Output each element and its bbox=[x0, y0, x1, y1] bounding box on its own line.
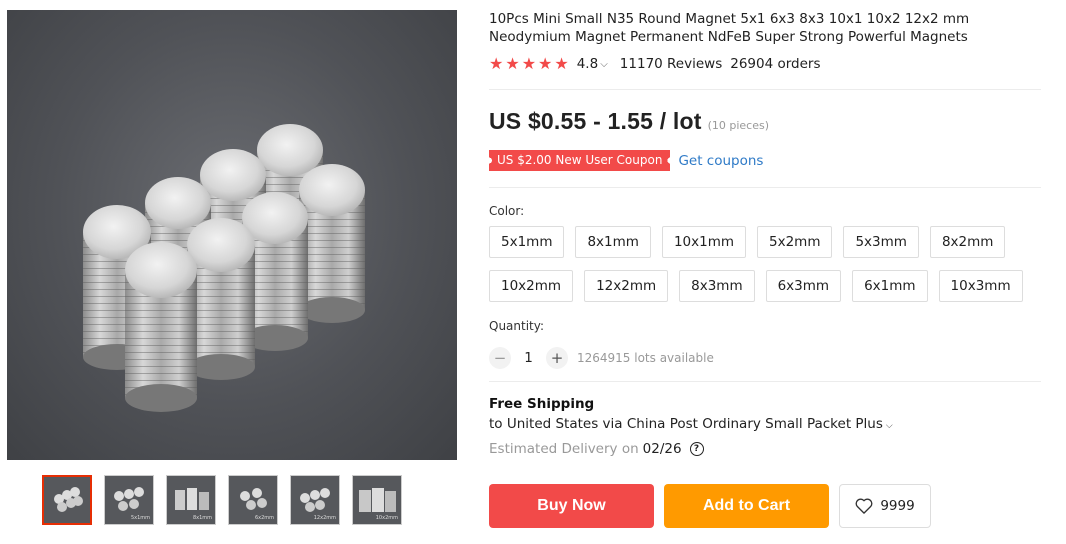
thumbnail-2[interactable]: 5x1mm bbox=[104, 475, 154, 525]
thumbnail-4[interactable]: 6x2mm bbox=[228, 475, 278, 525]
add-to-cart-button[interactable]: Add to Cart bbox=[664, 484, 829, 528]
color-option[interactable]: 5x2mm bbox=[757, 226, 833, 258]
product-title: 10Pcs Mini Small N35 Round Magnet 5x1 6x… bbox=[489, 11, 970, 45]
color-option[interactable]: 10x3mm bbox=[938, 270, 1023, 302]
shipping-method[interactable]: to United States via China Post Ordinary… bbox=[489, 416, 893, 432]
color-option[interactable]: 12x2mm bbox=[584, 270, 669, 302]
thumbnail-label: 12x2mm bbox=[313, 515, 336, 521]
wishlist-count: 9999 bbox=[880, 498, 915, 514]
heart-icon bbox=[855, 498, 873, 514]
rating-row: ★ ★ ★ ★ ★ 4.8 ⌵ 11170 Reviews 26904 orde… bbox=[489, 56, 821, 73]
star-icon: ★ bbox=[538, 54, 553, 73]
shipping-method-text[interactable]: to United States via China Post Ordinary… bbox=[489, 416, 883, 432]
magnet-stack bbox=[187, 218, 255, 380]
coupon-row: US $2.00 New User Coupon Get coupons bbox=[489, 150, 763, 171]
thumbnail-label: 8x1mm bbox=[192, 515, 212, 521]
thumbnail-strip: 5x1mm 8x1mm 6x2mm 12x2mm 10x2mm bbox=[42, 475, 402, 525]
star-icon: ★ bbox=[554, 54, 569, 73]
shipping-title: Free Shipping bbox=[489, 396, 595, 412]
lot-pieces: (10 pieces) bbox=[707, 119, 770, 132]
color-option[interactable]: 8x2mm bbox=[929, 226, 1006, 258]
price: US $0.55 - 1.55 / lot bbox=[489, 108, 702, 134]
quantity-input[interactable]: 1 bbox=[511, 350, 546, 366]
color-option[interactable]: 5x1mm bbox=[489, 226, 565, 258]
wishlist-button[interactable]: 9999 bbox=[839, 484, 931, 528]
buy-now-button[interactable]: Buy Now bbox=[489, 484, 654, 528]
thumbnail-1[interactable] bbox=[42, 475, 92, 525]
color-option[interactable]: 6x1mm bbox=[852, 270, 928, 302]
coupon-badge[interactable]: US $2.00 New User Coupon bbox=[489, 150, 671, 171]
color-option[interactable]: 10x2mm bbox=[489, 270, 574, 302]
reviews-link[interactable]: 11170 Reviews bbox=[620, 56, 722, 72]
quantity-label: Quantity: bbox=[489, 319, 545, 333]
lots-available: 1264915 lots available bbox=[577, 351, 714, 365]
divider bbox=[489, 381, 1041, 382]
thumbnail-6[interactable]: 10x2mm bbox=[352, 475, 402, 525]
quantity-decrease-button[interactable]: − bbox=[489, 347, 511, 369]
color-option[interactable]: 6x3mm bbox=[765, 270, 842, 302]
divider bbox=[489, 187, 1041, 188]
star-icon: ★ bbox=[521, 54, 537, 73]
color-option[interactable]: 5x3mm bbox=[843, 226, 919, 258]
color-option[interactable]: 10x1mm bbox=[661, 226, 746, 258]
quantity-increase-button[interactable]: + bbox=[546, 347, 568, 369]
star-icon: ★ bbox=[489, 54, 504, 73]
thumbnail-label: 5x1mm bbox=[130, 515, 150, 521]
color-options-row-1: 5x1mm 8x1mm 10x1mm 5x2mm 5x3mm 8x2mm bbox=[489, 226, 1006, 258]
price-row: US $0.55 - 1.55 / lot (10 pieces) bbox=[489, 108, 769, 135]
thumbnail-label: 6x2mm bbox=[254, 515, 274, 521]
quantity-stepper: − 1 + 1264915 lots available bbox=[489, 347, 714, 369]
rating-stars: ★ ★ ★ ★ ★ bbox=[489, 56, 569, 72]
get-coupons-link[interactable]: Get coupons bbox=[678, 153, 763, 169]
thumbnail-3[interactable]: 8x1mm bbox=[166, 475, 216, 525]
rating-value[interactable]: 4.8 bbox=[577, 56, 598, 72]
product-main-image bbox=[7, 10, 457, 460]
color-option[interactable]: 8x3mm bbox=[679, 270, 755, 302]
estimated-delivery-label: Estimated Delivery on bbox=[489, 441, 639, 457]
magnet-stack-illustration bbox=[83, 124, 365, 412]
chevron-down-icon[interactable]: ⌵ bbox=[600, 59, 608, 70]
thumbnail-image bbox=[54, 487, 83, 512]
color-option[interactable]: 8x1mm bbox=[575, 226, 651, 258]
help-icon[interactable]: ? bbox=[689, 442, 704, 456]
divider bbox=[489, 89, 1041, 90]
color-label: Color: bbox=[489, 204, 525, 218]
thumbnail-label: 10x2mm bbox=[375, 515, 398, 521]
orders-count: 26904 orders bbox=[730, 56, 821, 72]
estimated-delivery: Estimated Delivery on 02/26 ? bbox=[489, 441, 704, 457]
magnet-stack bbox=[299, 164, 365, 323]
chevron-down-icon[interactable]: ⌵ bbox=[886, 421, 893, 431]
thumbnail-5[interactable]: 12x2mm bbox=[290, 475, 340, 525]
color-options-row-2: 10x2mm 12x2mm 8x3mm 6x3mm 6x1mm 10x3mm bbox=[489, 270, 1023, 302]
delivery-date: 02/26 bbox=[642, 441, 682, 457]
star-icon: ★ bbox=[505, 54, 520, 73]
magnet-stack bbox=[125, 242, 197, 412]
